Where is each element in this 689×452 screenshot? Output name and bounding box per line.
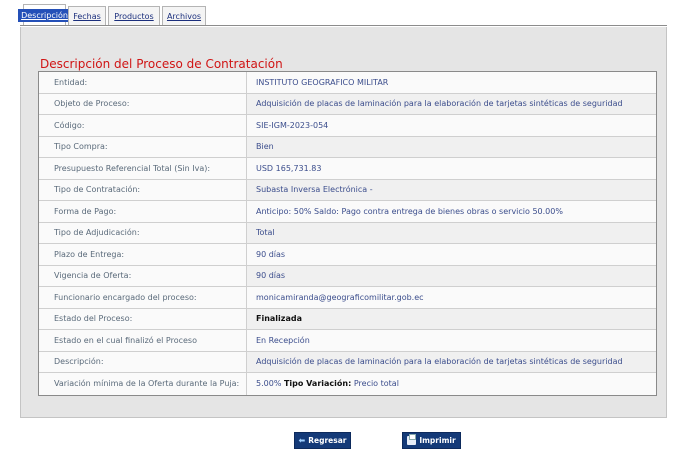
row-value: Total	[247, 222, 656, 243]
table-row: Tipo de Contratación: Subasta Inversa Ele…	[39, 179, 656, 201]
row-label: Tipo de Adjudicación:	[39, 222, 247, 243]
row-label: Vigencia de Oferta:	[39, 265, 247, 286]
row-value: 90 días	[256, 249, 286, 259]
row-value: INSTITUTO GEOGRAFICO MILITAR	[256, 77, 389, 87]
row-label: Estado del Proceso:	[39, 308, 247, 329]
row-label: Descripción:	[39, 351, 247, 372]
row-label: Código:	[39, 115, 247, 136]
row-value: Adquisición de placas de laminación para…	[247, 93, 656, 114]
table-row: Forma de Pago: Anticipo: 50% Saldo: Pago …	[39, 201, 656, 223]
tab-archivos[interactable]: Archivos	[162, 6, 206, 26]
variation-percent: 5.00%	[256, 379, 282, 389]
table-row: Presupuesto Referencial Total (Sin Iva):…	[39, 158, 656, 180]
back-arrow-icon: ⬅	[298, 436, 306, 445]
row-value: monicamiranda@geograficomilitar.gob.ec	[256, 292, 424, 302]
tab-divider	[20, 25, 667, 26]
table-row: Plazo de Entrega: 90 días	[39, 244, 656, 266]
variation-type-value: Precio total	[353, 379, 399, 389]
row-label: Objeto de Proceso:	[39, 93, 247, 114]
content-panel: Descripción del Proceso de Contratación …	[20, 27, 667, 418]
row-label: Estado en el cual finalizó el Proceso	[39, 330, 247, 351]
table-row: Descripción: Adquisición de placas de lam…	[39, 351, 656, 373]
table-row: Funcionario encargado del proceso: monica…	[39, 287, 656, 309]
table-row: Variación mínima de la Oferta durante la…	[39, 373, 656, 395]
details-table: Entidad: INSTITUTO GEOGRAFICO MILITAR Obj…	[38, 71, 657, 396]
table-row: Tipo de Adjudicación: Total	[39, 222, 656, 244]
section-title: Descripción del Proceso de Contratación	[40, 57, 283, 71]
row-label: Funcionario encargado del proceso:	[39, 287, 247, 308]
row-value: 90 días	[247, 265, 656, 286]
variation-type-label: Tipo Variación:	[283, 379, 352, 389]
table-row: Estado en el cual finalizó el Proceso En …	[39, 330, 656, 352]
row-value: Finalizada	[247, 308, 656, 329]
row-value: En Recepción	[256, 335, 310, 345]
table-row: Vigencia de Oferta: 90 días	[39, 265, 656, 287]
tab-bar: Descripción Fechas Productos Archivos	[18, 4, 208, 26]
table-row: Objeto de Proceso: Adquisición de placas …	[39, 93, 656, 115]
row-label: Plazo de Entrega:	[39, 244, 247, 265]
row-label: Presupuesto Referencial Total (Sin Iva):	[39, 158, 247, 179]
row-label: Tipo de Contratación:	[39, 179, 247, 200]
row-value: Bien	[247, 136, 656, 157]
row-label: Variación mínima de la Oferta durante la…	[39, 373, 247, 395]
row-value: Adquisición de placas de laminación para…	[247, 351, 656, 372]
print-button[interactable]: Imprimir	[402, 432, 461, 449]
tab-productos[interactable]: Productos	[108, 6, 160, 26]
tab-fechas[interactable]: Fechas	[68, 6, 106, 26]
table-row: Entidad: INSTITUTO GEOGRAFICO MILITAR	[39, 72, 656, 94]
row-label: Forma de Pago:	[39, 201, 247, 222]
row-value: SIE-IGM-2023-054	[256, 120, 329, 130]
row-value: Subasta Inversa Electrónica -	[247, 179, 656, 200]
row-value: USD 165,731.83	[256, 163, 322, 173]
row-label: Tipo Compra:	[39, 136, 247, 157]
row-label: Entidad:	[39, 72, 247, 93]
table-row: Tipo Compra: Bien	[39, 136, 656, 158]
row-value: Anticipo: 50% Saldo: Pago contra entrega…	[256, 206, 563, 216]
printer-icon	[407, 434, 417, 445]
row-value: 5.00% Tipo Variación: Precio total	[247, 373, 656, 395]
tab-descripcion[interactable]: Descripción	[18, 4, 71, 26]
back-button[interactable]: ⬅ Regresar	[294, 432, 351, 449]
table-row: Estado del Proceso: Finalizada	[39, 308, 656, 330]
table-row: Código: SIE-IGM-2023-054	[39, 115, 656, 137]
status-value: Finalizada	[256, 314, 302, 324]
